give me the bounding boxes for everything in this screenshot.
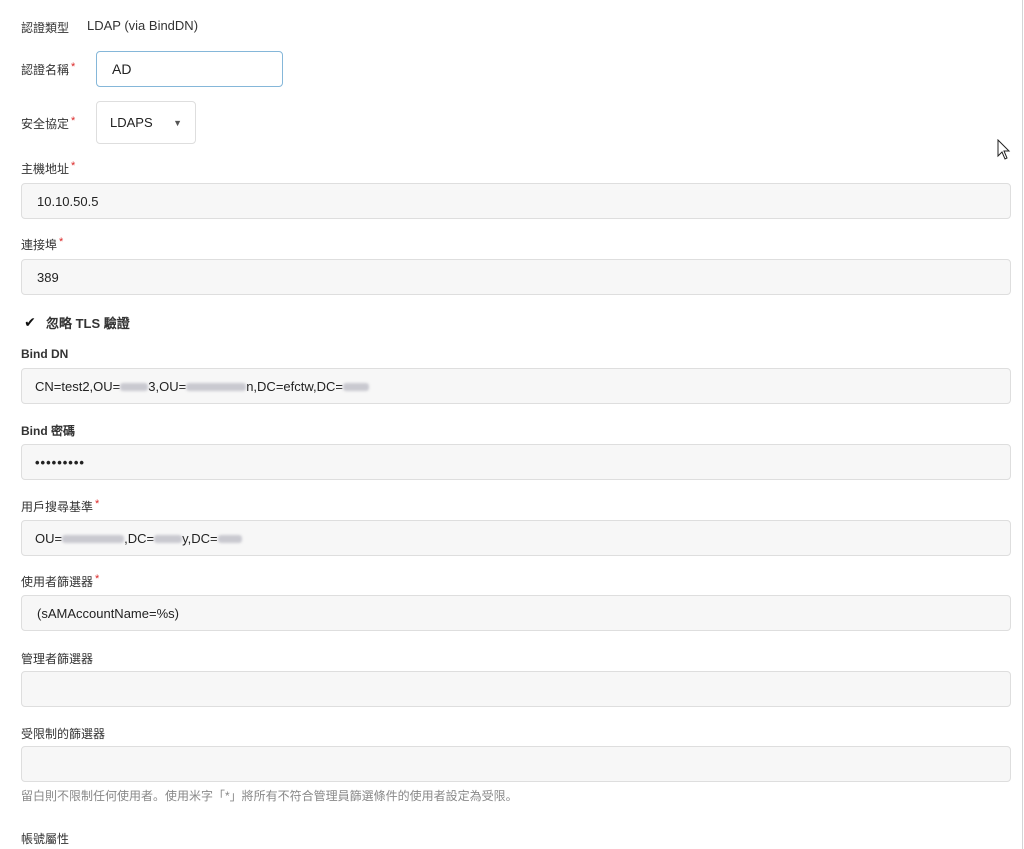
account-attribute-label: 帳號屬性: [21, 832, 70, 846]
auth-name-input-wrapper[interactable]: [96, 51, 283, 87]
form-panel: 認證類型 LDAP (via BindDN) 認證名稱* 安全協定* LDAPS…: [0, 0, 1023, 849]
host-label: 主機地址 *: [21, 160, 76, 176]
auth-name-label: 認證名稱 *: [21, 61, 76, 77]
restricted-filter-input[interactable]: [35, 755, 997, 773]
mouse-pointer-icon: [997, 139, 1011, 160]
user-filter-input[interactable]: [35, 604, 997, 622]
check-icon[interactable]: ✔: [22, 314, 38, 331]
admin-filter-field[interactable]: [21, 671, 1011, 707]
bind-password-value: •••••••••: [35, 454, 85, 470]
admin-filter-input[interactable]: [35, 680, 997, 698]
user-search-base-label: 用戶搜尋基準 *: [21, 498, 100, 514]
bind-dn-label: Bind DN: [21, 347, 69, 361]
auth-type-label: 認證類型: [21, 21, 70, 35]
host-field[interactable]: [21, 183, 1011, 219]
security-protocol-select[interactable]: LDAPS ▼: [96, 101, 196, 144]
bind-password-label: Bind 密碼: [21, 424, 75, 438]
bind-dn-field[interactable]: CN=test2,OU= 3,OU= n,DC=efctw,DC=: [21, 368, 1011, 404]
bind-dn-value: CN=test2,OU= 3,OU= n,DC=efctw,DC=: [35, 379, 370, 394]
user-search-base-value: OU= ,DC= y,DC=: [35, 531, 242, 546]
skip-tls-label: 忽略 TLS 驗證: [46, 316, 130, 331]
port-label: 連接埠 *: [21, 236, 64, 252]
security-protocol-label: 安全協定 *: [21, 115, 76, 131]
user-filter-label: 使用者篩選器 *: [21, 573, 100, 589]
user-search-base-field[interactable]: OU= ,DC= y,DC=: [21, 520, 1011, 556]
skip-tls-checkbox[interactable]: ✔ 忽略 TLS 驗證: [22, 313, 130, 332]
restricted-filter-hint: 留白則不限制任何使用者。使用米字「*」將所有不符合管理員篩選條件的使用者設定為受…: [21, 789, 518, 803]
security-protocol-selected: LDAPS: [110, 115, 153, 130]
port-input[interactable]: [35, 268, 997, 286]
port-field[interactable]: [21, 259, 1011, 295]
caret-down-icon: ▼: [173, 117, 182, 128]
restricted-filter-label: 受限制的篩選器: [21, 727, 106, 741]
auth-type-value: LDAP (via BindDN): [87, 18, 199, 33]
bind-password-field[interactable]: •••••••••: [21, 444, 1011, 480]
user-filter-field[interactable]: [21, 595, 1011, 631]
restricted-filter-field[interactable]: [21, 746, 1011, 782]
admin-filter-label: 管理者篩選器: [21, 652, 94, 666]
auth-name-input[interactable]: [110, 60, 269, 78]
host-input[interactable]: [35, 192, 997, 210]
